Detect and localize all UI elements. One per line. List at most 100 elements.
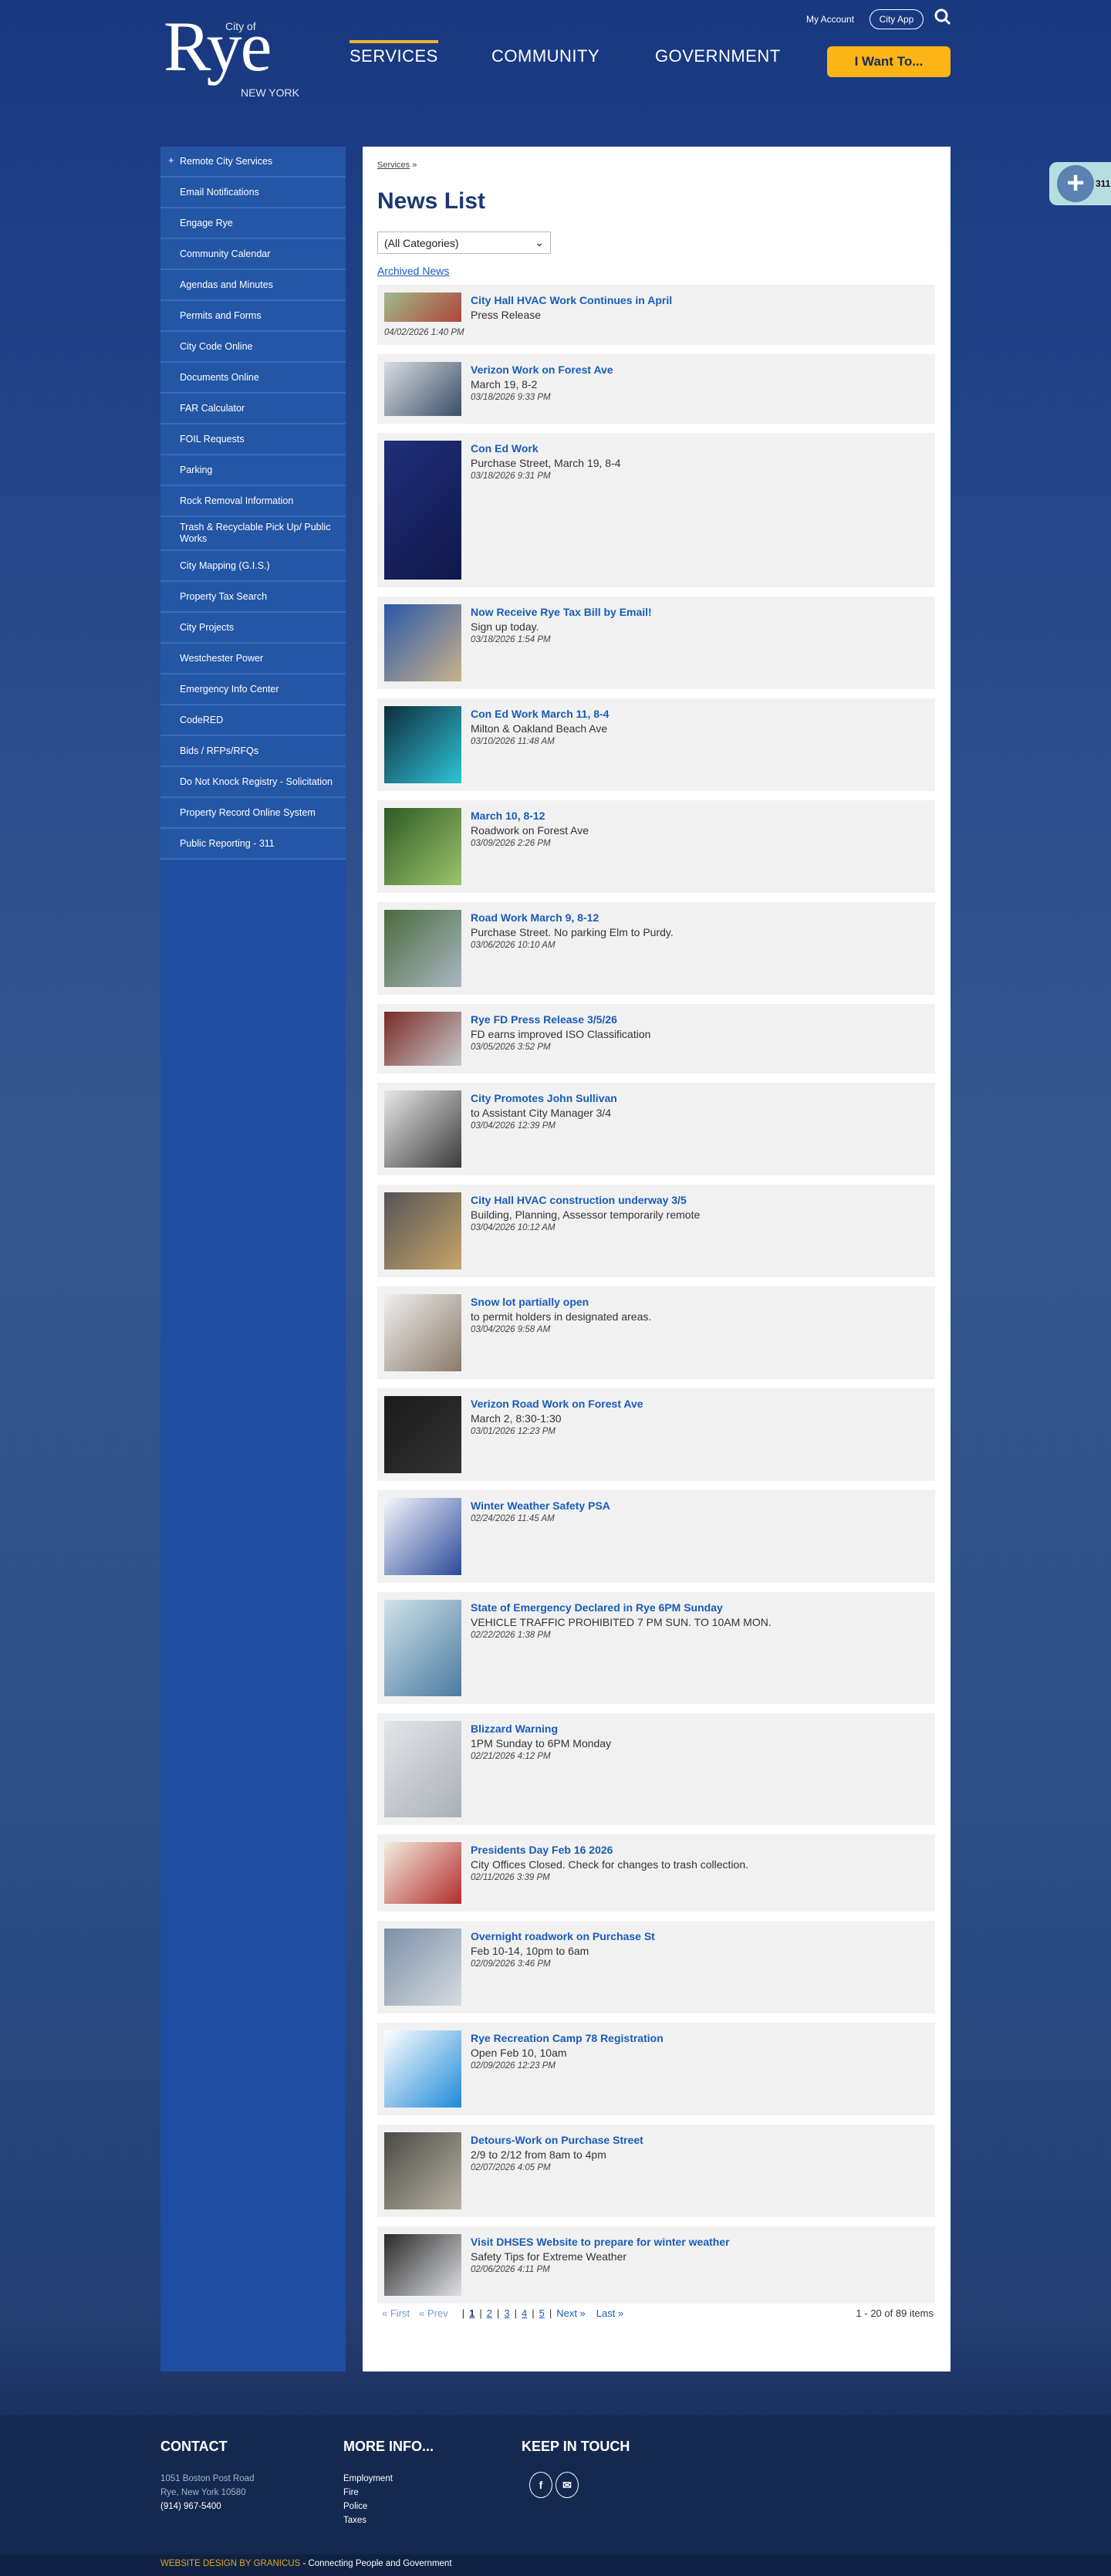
- expand-plus-icon[interactable]: +: [168, 154, 174, 166]
- sidebar-item[interactable]: Email Notifications: [160, 177, 346, 208]
- news-title-link[interactable]: Verizon Work on Forest Ave: [471, 363, 613, 376]
- sidebar-item[interactable]: Do Not Knock Registry - Solicitation: [160, 767, 346, 798]
- news-title-link[interactable]: Con Ed Work March 11, 8-4: [471, 708, 609, 720]
- sidebar-item[interactable]: FAR Calculator: [160, 394, 346, 424]
- news-date: 03/09/2026 2:26 PM: [471, 839, 551, 848]
- city-logo[interactable]: City of Rye NEW YORK: [164, 11, 302, 99]
- news-thumbnail[interactable]: [384, 1929, 461, 2006]
- pager-page-1[interactable]: 1: [469, 2307, 474, 2319]
- news-title-link[interactable]: State of Emergency Declared in Rye 6PM S…: [471, 1601, 772, 1614]
- sidebar-item[interactable]: CodeRED: [160, 705, 346, 736]
- sidebar-item[interactable]: Rock Removal Information: [160, 486, 346, 517]
- pager-last[interactable]: Last »: [596, 2307, 623, 2319]
- sidebar-item[interactable]: FOIL Requests: [160, 424, 346, 455]
- city-app-button[interactable]: City App: [870, 9, 924, 29]
- news-thumbnail[interactable]: [384, 604, 461, 681]
- footer-link-police[interactable]: Police: [343, 2500, 434, 2513]
- news-thumbnail[interactable]: [384, 910, 461, 987]
- sidebar-item[interactable]: Public Reporting - 311: [160, 829, 346, 860]
- sidebar-item-label: Community Calendar: [180, 248, 271, 259]
- granicus-link[interactable]: WEBSITE DESIGN BY GRANICUS: [160, 2559, 300, 2568]
- news-thumbnail[interactable]: [384, 441, 461, 580]
- my-account-link[interactable]: My Account: [806, 14, 854, 25]
- news-title-link[interactable]: Presidents Day Feb 16 2026: [471, 1844, 748, 1856]
- news-title-link[interactable]: Detours-Work on Purchase Street: [471, 2134, 643, 2146]
- news-title-link[interactable]: Verizon Road Work on Forest Ave: [471, 1398, 643, 1410]
- sidebar-item[interactable]: Parking: [160, 455, 346, 486]
- news-thumbnail[interactable]: [384, 1498, 461, 1575]
- news-title-link[interactable]: City Promotes John Sullivan: [471, 1092, 617, 1104]
- sidebar-item[interactable]: Permits and Forms: [160, 301, 346, 332]
- news-thumbnail[interactable]: [384, 2132, 461, 2209]
- sidebar-item[interactable]: Engage Rye: [160, 208, 346, 239]
- news-title-link[interactable]: Rye Recreation Camp 78 Registration: [471, 2032, 664, 2044]
- news-title-link[interactable]: Visit DHSES Website to prepare for winte…: [471, 2236, 730, 2248]
- news-title-link[interactable]: Rye FD Press Release 3/5/26: [471, 1013, 650, 1026]
- sidebar-item[interactable]: Agendas and Minutes: [160, 270, 346, 301]
- sidebar-item[interactable]: Westchester Power: [160, 644, 346, 674]
- nav-government[interactable]: GOVERNMENT: [655, 46, 781, 66]
- news-item-body: Winter Weather Safety PSA 02/24/2026 11:4…: [471, 1498, 610, 1575]
- news-thumbnail[interactable]: [384, 362, 461, 416]
- news-title-link[interactable]: City Hall HVAC Work Continues in April: [471, 294, 928, 306]
- news-title-link[interactable]: Blizzard Warning: [471, 1722, 611, 1735]
- email-icon[interactable]: ✉: [556, 2472, 579, 2498]
- news-title-link[interactable]: Road Work March 9, 8-12: [471, 911, 674, 924]
- sidebar-item[interactable]: City Mapping (G.I.S.): [160, 551, 346, 582]
- public-reporting-311-button[interactable]: + 311: [1049, 162, 1111, 205]
- breadcrumb-separator: »: [412, 161, 417, 170]
- news-thumbnail[interactable]: [384, 2234, 461, 2296]
- breadcrumb-services[interactable]: Services: [377, 161, 410, 170]
- sidebar-item[interactable]: + Remote City Services: [160, 147, 346, 177]
- sidebar-item[interactable]: Bids / RFPs/RFQs: [160, 736, 346, 767]
- news-thumbnail[interactable]: [384, 292, 461, 322]
- news-item: Snow lot partially open to permit holders…: [377, 1286, 935, 1379]
- news-thumbnail[interactable]: [384, 1012, 461, 1066]
- news-thumbnail[interactable]: [384, 706, 461, 783]
- footer-link-fire[interactable]: Fire: [343, 2486, 434, 2500]
- news-thumbnail[interactable]: [384, 1396, 461, 1473]
- news-thumbnail[interactable]: [384, 2030, 461, 2108]
- facebook-icon[interactable]: f: [529, 2472, 552, 2498]
- nav-services[interactable]: SERVICES: [350, 40, 438, 66]
- news-thumbnail[interactable]: [384, 1090, 461, 1168]
- pager-next[interactable]: Next »: [556, 2307, 586, 2319]
- pager-page-3[interactable]: 3: [504, 2307, 509, 2319]
- news-thumbnail[interactable]: [384, 1721, 461, 1817]
- archived-news-link[interactable]: Archived News: [377, 265, 935, 277]
- pager-page-4[interactable]: 4: [522, 2307, 527, 2319]
- news-title-link[interactable]: Overnight roadwork on Purchase St: [471, 1930, 655, 1942]
- news-title-link[interactable]: Winter Weather Safety PSA: [471, 1499, 610, 1512]
- sidebar-item-label: FAR Calculator: [180, 402, 245, 414]
- sidebar-item[interactable]: Property Tax Search: [160, 582, 346, 613]
- footer-link-employment[interactable]: Employment: [343, 2472, 434, 2486]
- i-want-to-button[interactable]: I Want To...: [827, 46, 951, 77]
- sidebar-item[interactable]: Emergency Info Center: [160, 674, 346, 705]
- sidebar-item[interactable]: City Projects: [160, 613, 346, 644]
- news-thumbnail[interactable]: [384, 1842, 461, 1904]
- news-thumbnail[interactable]: [384, 1600, 461, 1696]
- sidebar-item[interactable]: Documents Online: [160, 363, 346, 394]
- news-thumbnail[interactable]: [384, 1294, 461, 1371]
- pager-first[interactable]: « First: [382, 2307, 410, 2319]
- news-date: 02/06/2026 4:11 PM: [471, 2265, 550, 2274]
- search-icon[interactable]: [934, 8, 952, 26]
- footer-link-taxes[interactable]: Taxes: [343, 2513, 434, 2527]
- sidebar-item-label: CodeRED: [180, 714, 224, 725]
- news-thumbnail[interactable]: [384, 1192, 461, 1269]
- sidebar-item[interactable]: Trash & Recyclable Pick Up/ Public Works: [160, 517, 346, 551]
- news-title-link[interactable]: March 10, 8-12: [471, 810, 589, 822]
- news-title-link[interactable]: City Hall HVAC construction underway 3/5: [471, 1194, 700, 1206]
- news-title-link[interactable]: Now Receive Rye Tax Bill by Email!: [471, 606, 652, 618]
- category-select[interactable]: (All Categories) ⌄: [377, 232, 551, 254]
- news-title-link[interactable]: Snow lot partially open: [471, 1296, 651, 1308]
- pager-page-2[interactable]: 2: [487, 2307, 492, 2319]
- sidebar-item[interactable]: City Code Online: [160, 332, 346, 363]
- nav-community[interactable]: COMMUNITY: [491, 46, 599, 66]
- pager-prev[interactable]: « Prev: [419, 2307, 448, 2319]
- sidebar-item[interactable]: Property Record Online System: [160, 798, 346, 829]
- news-title-link[interactable]: Con Ed Work: [471, 442, 621, 455]
- pager-page-5[interactable]: 5: [539, 2307, 545, 2319]
- news-thumbnail[interactable]: [384, 808, 461, 885]
- sidebar-item[interactable]: Community Calendar: [160, 239, 346, 270]
